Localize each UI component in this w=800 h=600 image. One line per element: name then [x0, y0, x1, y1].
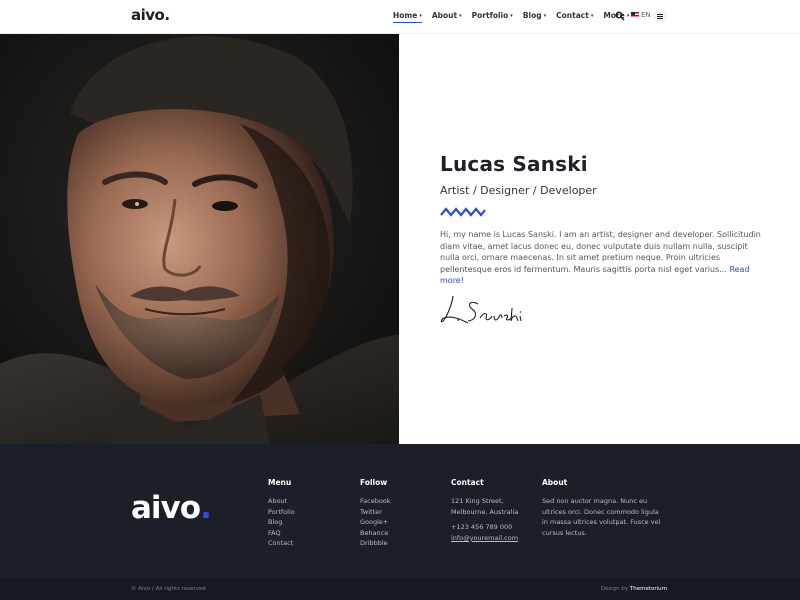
footer-about-text: Sed non auctor magna. Nunc eu ultrices o… — [542, 497, 661, 537]
footer-menu: Menu About Portfolio Blog FAQ Contact — [268, 478, 295, 549]
design-credit: Design by Themetorium — [600, 586, 667, 592]
search-icon[interactable] — [615, 11, 625, 21]
portrait-image — [0, 34, 399, 444]
flag-icon — [631, 12, 639, 18]
footer-link-faq[interactable]: FAQ — [268, 528, 295, 539]
nav-home[interactable]: Home ▾ — [393, 11, 422, 23]
site-footer: aivo. Menu About Portfolio Blog FAQ Cont… — [0, 444, 800, 578]
footer-contact: Contact 121 King Street, Melbourne, Aust… — [451, 478, 518, 543]
design-credit-link[interactable]: Themetorium — [630, 586, 667, 592]
footer-link-blog[interactable]: Blog — [268, 517, 295, 528]
chevron-down-icon: ▾ — [510, 13, 513, 19]
language-selector[interactable]: EN — [631, 11, 651, 19]
footer-address-line2: Melbourne, Australia — [451, 507, 519, 516]
footer-link-dribbble[interactable]: Dribbble — [360, 538, 391, 549]
signature — [438, 290, 533, 335]
person-name: Lucas Sanski — [440, 152, 588, 176]
zigzag-divider — [440, 207, 486, 217]
chevron-down-icon: ▾ — [543, 13, 547, 19]
footer-bottom-bar: © Aivo / All rights reserved Design by T… — [0, 578, 800, 600]
footer-link-behance[interactable]: Behance — [360, 528, 391, 539]
bio-section: Lucas Sanski Artist / Designer / Develop… — [440, 152, 770, 287]
footer-link-facebook[interactable]: Facebook — [360, 496, 391, 507]
nav-blog[interactable]: Blog ▾ — [523, 11, 546, 20]
footer-contact-title: Contact — [451, 478, 484, 487]
footer-link-portfolio[interactable]: Portfolio — [268, 507, 295, 518]
site-logo[interactable]: aivo. — [131, 6, 170, 24]
nav-contact[interactable]: Contact ▾ — [556, 11, 593, 20]
footer-link-about[interactable]: About — [268, 496, 295, 507]
hamburger-icon — [657, 13, 663, 19]
nav-portfolio[interactable]: Portfolio ▾ — [472, 11, 513, 20]
footer-link-googleplus[interactable]: Google+ — [360, 517, 391, 528]
chevron-down-icon: ▾ — [626, 13, 630, 19]
footer-menu-title: Menu — [268, 478, 292, 487]
signature-image — [440, 295, 522, 324]
copyright-text: © Aivo / All rights reserved — [131, 586, 206, 592]
portrait-photo — [0, 34, 399, 444]
chevron-down-icon: ▾ — [590, 13, 594, 19]
footer-phone: +123 456 789 000 — [451, 523, 513, 532]
footer-follow: Follow Facebook Twitter Google+ Behance … — [360, 478, 391, 549]
language-label: EN — [641, 11, 651, 19]
nav-about[interactable]: About ▾ — [432, 11, 462, 20]
chevron-down-icon: ▾ — [459, 13, 462, 19]
footer-about: About Sed non auctor magna. Nunc eu ultr… — [542, 478, 662, 538]
menu-button[interactable] — [653, 9, 667, 23]
footer-link-contact[interactable]: Contact — [268, 538, 295, 549]
footer-follow-title: Follow — [360, 478, 388, 487]
footer-email-link[interactable]: info@youremail.com — [451, 534, 518, 542]
footer-logo[interactable]: aivo. — [131, 490, 212, 526]
bio-description: Hi, my name is Lucas Sanski. I am an art… — [440, 230, 761, 285]
person-role: Artist / Designer / Developer — [440, 184, 597, 197]
site-header: aivo. Home ▾ About ▾ Portfolio ▾ Blog ▾ Cont… — [0, 0, 800, 34]
footer-address-line1: 121 King Street, — [451, 497, 504, 505]
main-nav: Home ▾ About ▾ Portfolio ▾ Blog ▾ Contact ▾ M… — [393, 11, 639, 23]
footer-link-twitter[interactable]: Twitter — [360, 507, 391, 518]
chevron-down-icon: ▾ — [419, 13, 422, 19]
footer-about-title: About — [542, 478, 568, 487]
